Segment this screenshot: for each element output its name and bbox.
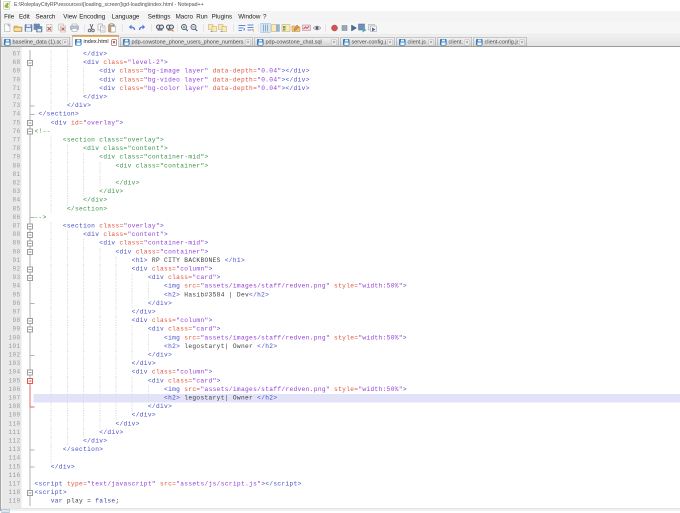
svg-text:¶: ¶ [252,28,254,33]
